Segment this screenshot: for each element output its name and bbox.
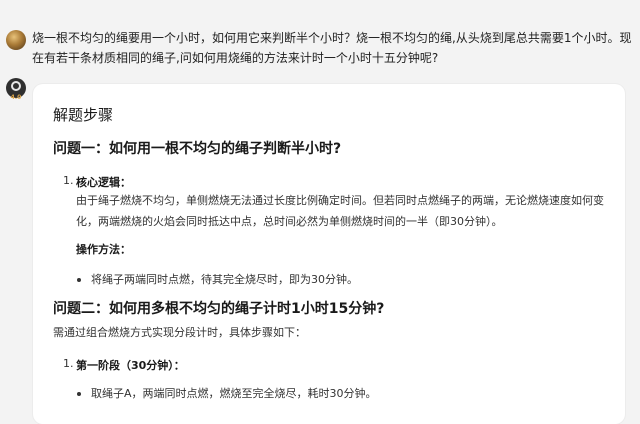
answer-heading: 解题步骤 xyxy=(53,106,114,124)
assistant-model-badge: 4.0 xyxy=(10,94,22,101)
assistant-answer-card: 解题步骤 问题一：如何用一根不均匀的绳子判断半小时? 1. 核心逻辑： 由于绳子… xyxy=(33,84,625,424)
phase-one-title: 第一阶段（30分钟）： xyxy=(76,359,185,372)
bullet-dot xyxy=(77,392,81,396)
list-number: 1. xyxy=(63,357,74,370)
method-label: 操作方法： xyxy=(76,243,131,256)
question-one-title: 问题一：如何用一根不均匀的绳子判断半小时? xyxy=(53,141,342,157)
user-message-row: 烧一根不均匀的绳要用一个小时，如何用它来判断半个小时？烧一根不均匀的绳,从头烧到… xyxy=(0,0,640,72)
core-logic-paragraph: 由于绳子燃烧不均匀，单侧燃烧无法通过长度比例确定时间。但若同时点燃绳子的两端，无… xyxy=(76,194,604,228)
user-message-text: 烧一根不均匀的绳要用一个小时，如何用它来判断半个小时？烧一根不均匀的绳,从头烧到… xyxy=(32,31,632,65)
bullet-dot xyxy=(77,278,81,282)
question-two-title: 问题二：如何用多根不均匀的绳子计时1小时15分钟? xyxy=(53,301,385,317)
phase-one-bullet: 取绳子A，两端同时点燃，燃烧至完全烧尽，耗时30分钟。 xyxy=(91,387,377,400)
question-two-intro: 需通过组合燃烧方式实现分段计时，具体步骤如下： xyxy=(53,326,306,339)
user-avatar[interactable] xyxy=(6,30,26,50)
list-number: 1. xyxy=(63,174,74,187)
method-bullet: 将绳子两端同时点燃，待其完全烧尽时，即为30分钟。 xyxy=(91,273,358,286)
core-logic-title: 核心逻辑： xyxy=(76,176,131,189)
